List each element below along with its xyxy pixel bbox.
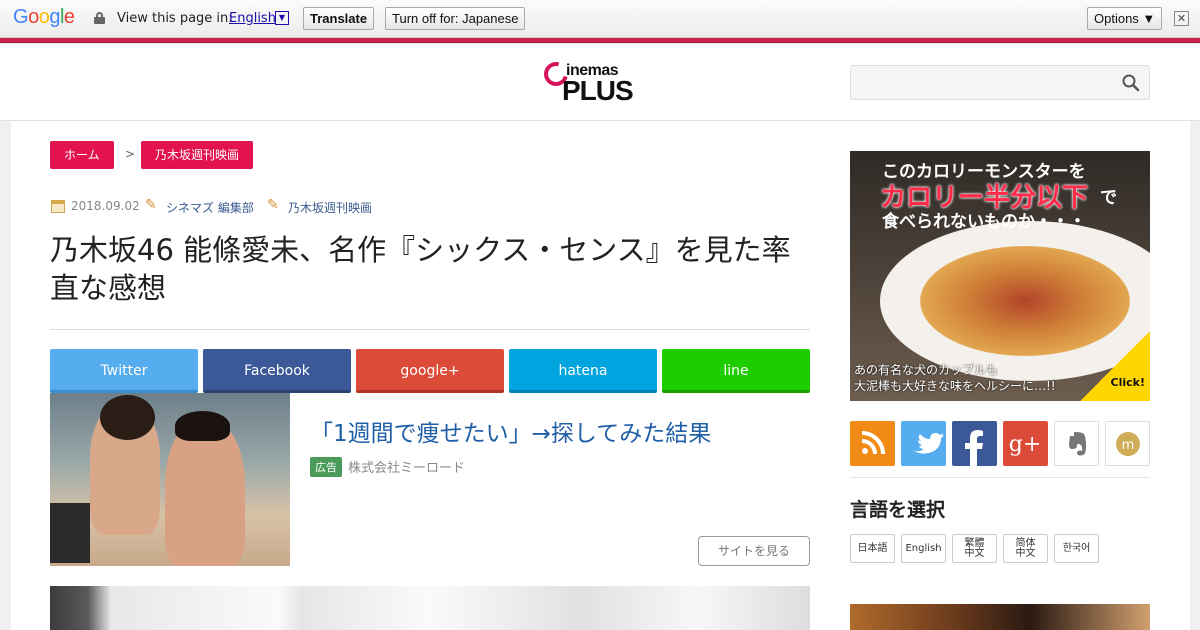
site-header: inemas PLUS xyxy=(0,44,1200,121)
banner-text-line2b: で xyxy=(1100,188,1117,208)
twitter-icon[interactable] xyxy=(901,421,946,466)
lang-simplified-chinese-button[interactable]: 简体 中文 xyxy=(1003,534,1048,563)
view-in-label: View this page in: xyxy=(117,11,233,26)
lock-icon xyxy=(94,12,105,24)
mixi-icon[interactable]: m xyxy=(1105,421,1150,466)
banner-click-label: Click! xyxy=(1110,376,1145,389)
article-title: 乃木坂46 能條愛未、名作『シックス・センス』を見た率直な感想 xyxy=(50,233,791,305)
rss-icon[interactable] xyxy=(850,421,895,466)
article-date: 2018.09.02 xyxy=(71,199,140,213)
language-select[interactable]: English xyxy=(229,11,276,26)
lang-english-button[interactable]: English xyxy=(901,534,946,563)
sidebar-image[interactable] xyxy=(850,604,1150,630)
turn-off-button[interactable]: Turn off for: Japanese xyxy=(385,7,526,30)
breadcrumb-category[interactable]: 乃木坂週刊映画 xyxy=(141,141,254,169)
share-twitter-button[interactable]: Twitter xyxy=(50,349,198,393)
site-logo[interactable]: inemas PLUS xyxy=(539,57,644,106)
search-input[interactable] xyxy=(850,65,1150,100)
ad-badge: 広告 xyxy=(310,457,342,477)
language-heading: 言語を選択 xyxy=(850,499,946,521)
translate-bar: Google View this page in: English ▼ Tran… xyxy=(0,0,1200,38)
lang-traditional-chinese-button[interactable]: 繁體 中文 xyxy=(952,534,997,563)
google-logo: Google xyxy=(13,6,75,28)
facebook-icon[interactable] xyxy=(952,421,997,466)
article-author[interactable]: シネマズ 編集部 xyxy=(166,199,254,216)
banner-text-line5: 大泥棒も大好きな味をヘルシーに…!! xyxy=(854,379,1056,393)
lang-korean-button[interactable]: 한국어 xyxy=(1054,534,1099,563)
ad-visit-button[interactable]: サイトを見る xyxy=(698,536,810,566)
ad-company: 株式会社ミーロード xyxy=(348,461,466,476)
svg-text:g+: g+ xyxy=(1009,432,1042,457)
translate-button[interactable]: Translate xyxy=(303,7,375,30)
evernote-icon[interactable] xyxy=(1054,421,1099,466)
share-facebook-button[interactable]: Facebook xyxy=(203,349,351,393)
ad-title-link[interactable]: 「1週間で痩せたい」→探してみた結果 xyxy=(310,414,711,448)
article-category[interactable]: 乃木坂週刊映画 xyxy=(288,199,372,216)
language-dropdown-icon[interactable]: ▼ xyxy=(275,11,289,25)
calendar-icon xyxy=(51,200,65,213)
svg-text:m: m xyxy=(1122,438,1135,453)
banner-text-line4: あの有名な犬のカップルも xyxy=(854,363,999,377)
search-icon[interactable] xyxy=(1122,74,1140,92)
ad-image[interactable] xyxy=(50,393,290,566)
divider xyxy=(850,477,1150,478)
sidebar-banner-ad[interactable]: このカロリーモンスターを カロリー半分以下 で 食べられないものか・・・ あの有… xyxy=(850,151,1150,401)
accent-line xyxy=(0,38,1200,43)
share-google-button[interactable]: google+ xyxy=(356,349,504,393)
breadcrumb-home[interactable]: ホーム xyxy=(50,141,114,169)
share-hatena-button[interactable]: hatena xyxy=(509,349,657,393)
lang-japanese-button[interactable]: 日本語 xyxy=(850,534,895,563)
google-plus-icon[interactable]: g+ xyxy=(1003,421,1048,466)
share-line-button[interactable]: line xyxy=(662,349,810,393)
options-button[interactable]: Options ▼ xyxy=(1087,7,1163,30)
pencil-icon: ✎ xyxy=(145,197,157,213)
logo-text-bottom: PLUS xyxy=(562,75,634,106)
close-icon[interactable]: ✕ xyxy=(1174,11,1189,26)
banner-text-line3: 食べられないものか・・・ xyxy=(882,212,1086,232)
pencil-icon: ✎ xyxy=(267,197,279,213)
breadcrumb-separator: > xyxy=(125,147,136,161)
article-hero-image xyxy=(50,586,810,630)
divider xyxy=(50,329,810,330)
